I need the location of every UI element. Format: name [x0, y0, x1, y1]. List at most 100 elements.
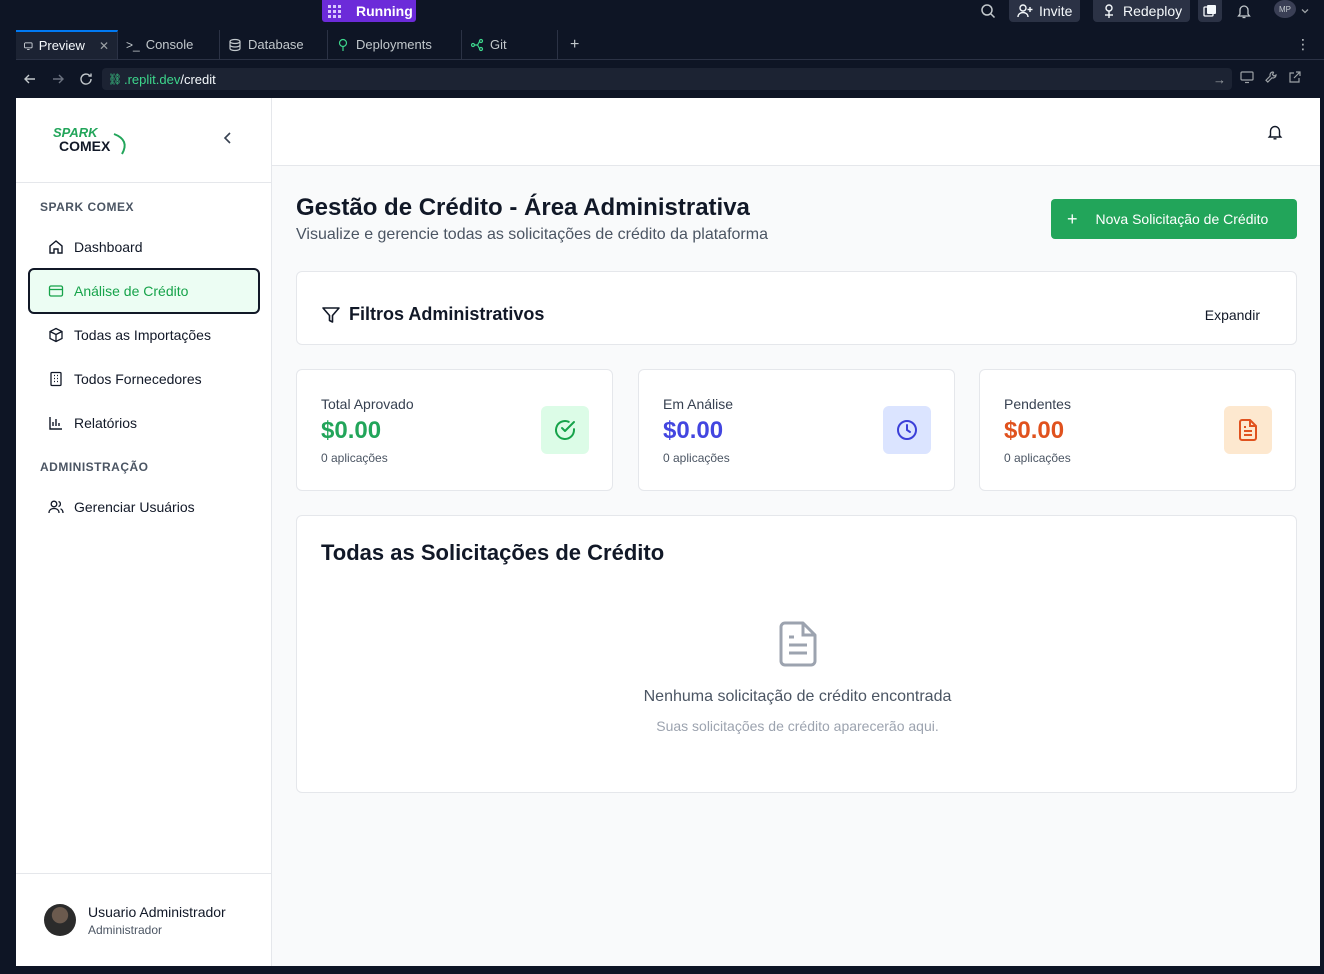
right-panel-edge [1320, 98, 1324, 966]
admin-filters-card: Filtros Administrativos Expandir [296, 271, 1297, 345]
git-icon [470, 38, 484, 51]
section-label-admin: ADMINISTRAÇÃO [40, 460, 149, 474]
sidebar-item-manage-users[interactable]: Gerenciar Usuários [28, 484, 260, 530]
chevron-left-icon[interactable] [220, 130, 236, 151]
sidebar-item-reports[interactable]: Relatórios [28, 400, 260, 446]
stat-label: Em Análise [663, 396, 734, 412]
forward-arrow-icon[interactable] [44, 72, 72, 86]
search-icon[interactable] [978, 0, 998, 22]
back-arrow-icon[interactable] [16, 72, 44, 86]
chevron-down-icon[interactable] [1298, 0, 1312, 22]
close-icon[interactable]: ✕ [99, 39, 109, 53]
deploy-icon [1105, 4, 1113, 18]
tab-preview[interactable]: Preview ✕ [16, 30, 118, 59]
check-circle-icon [541, 406, 589, 454]
home-icon [49, 240, 63, 254]
clock-icon [883, 406, 931, 454]
url-input[interactable]: ⛓ .replit.dev /credit → [102, 68, 1232, 90]
stat-label: Pendentes [1004, 396, 1071, 412]
add-tab-icon[interactable]: + [558, 30, 591, 59]
avatar [44, 904, 76, 936]
run-dots-icon [322, 0, 346, 22]
sidebar-item-label: Todas as Importações [74, 327, 211, 343]
url-path: /credit [180, 71, 216, 87]
tab-label: Database [248, 37, 304, 52]
svg-text:COMEX: COMEX [59, 138, 111, 154]
sidebar-item-label: Gerenciar Usuários [74, 499, 195, 515]
tab-label: Console [145, 37, 194, 52]
page-title: Gestão de Crédito - Área Administrativa [296, 194, 750, 221]
stat-count: 0 aplicações [663, 451, 730, 465]
page-subtitle: Visualize e gerencie todas as solicitaçõ… [296, 226, 768, 243]
go-arrow-icon[interactable]: → [1213, 72, 1226, 87]
sidebar: SPARK COMEX SPARK COMEX Dashboard Anális… [16, 98, 272, 966]
add-user-icon [1017, 4, 1033, 18]
stat-card-approved: Total Aprovado $0.00 0 aplicações [296, 369, 613, 491]
filters-title: Filtros Administrativos [349, 304, 545, 324]
empty-state-title: Nenhuma solicitação de crédito encontrad… [643, 688, 952, 705]
user-role: Administrador [88, 923, 163, 937]
workspace-tabs: Preview ✕ >_ Console Database Deployment… [16, 30, 1324, 60]
invite-label: Invite [1039, 3, 1073, 19]
document-icon [779, 621, 817, 667]
sidebar-item-label: Todos Fornecedores [74, 371, 202, 387]
app-preview: SPARK COMEX SPARK COMEX Dashboard Anális… [16, 98, 1320, 966]
sidebar-item-dashboard[interactable]: Dashboard [28, 224, 260, 270]
run-status-label: Running [356, 3, 413, 19]
run-status-button[interactable]: Running [322, 0, 416, 22]
stat-card-in-analysis: Em Análise $0.00 0 aplicações [638, 369, 955, 491]
external-link-icon[interactable] [1288, 70, 1302, 89]
empty-state-subtitle: Suas solicitações de crédito aparecerão … [656, 718, 939, 734]
sidebar-item-imports[interactable]: Todas as Importações [28, 312, 260, 358]
more-vertical-icon[interactable]: ⋮ [1296, 36, 1310, 53]
tab-deployments[interactable]: Deployments [328, 30, 462, 59]
sidebar-item-suppliers[interactable]: Todos Fornecedores [28, 356, 260, 402]
left-panel-edge [0, 60, 16, 974]
bell-icon[interactable] [1267, 124, 1283, 145]
tab-database[interactable]: Database [220, 30, 328, 59]
monitor-icon [24, 42, 33, 50]
stat-label: Total Aprovado [321, 396, 414, 412]
deployments-icon [338, 38, 348, 51]
tab-console[interactable]: >_ Console [118, 30, 220, 59]
package-icon [49, 327, 63, 343]
url-host: .replit.dev [123, 71, 181, 87]
stat-value: $0.00 [1004, 417, 1065, 444]
redeploy-label: Redeploy [1123, 3, 1183, 19]
tab-git[interactable]: Git [462, 30, 558, 59]
stat-count: 0 aplicações [321, 451, 388, 465]
credit-requests-card: Todas as Solicitações de Crédito Nenhuma… [296, 515, 1297, 793]
requests-title: Todas as Solicitações de Crédito [321, 540, 665, 565]
redeploy-button[interactable]: Redeploy [1093, 0, 1191, 22]
plus-icon: + [1067, 209, 1078, 229]
stat-count: 0 aplicações [1004, 451, 1071, 465]
tab-label: Deployments [356, 37, 432, 52]
link-icon: ⛓ [108, 73, 122, 86]
windows-icon[interactable] [1198, 0, 1222, 22]
bottom-edge [0, 966, 1324, 974]
bar-chart-icon [49, 417, 62, 430]
app-header [272, 98, 1320, 166]
user-profile[interactable]: Usuario Administrador Administrador [16, 873, 272, 966]
sidebar-item-credit-analysis[interactable]: Análise de Crédito [28, 268, 260, 314]
reload-icon[interactable] [72, 72, 100, 86]
devices-icon[interactable] [1240, 70, 1254, 89]
expand-filters-button[interactable]: Expandir [1205, 307, 1260, 323]
tab-label: Preview [38, 38, 85, 53]
user-name: Usuario Administrador [88, 904, 226, 920]
section-label-main: SPARK COMEX [40, 200, 134, 214]
stat-value: $0.00 [321, 417, 382, 444]
building-icon [50, 371, 62, 387]
wrench-icon[interactable] [1264, 70, 1278, 89]
credit-card-icon [48, 285, 64, 297]
stat-card-pending: Pendentes $0.00 0 aplicações [979, 369, 1296, 491]
avatar[interactable]: MP [1274, 0, 1296, 18]
filter-icon [322, 307, 340, 323]
notifications-bell-icon[interactable] [1234, 0, 1254, 22]
new-credit-request-button[interactable]: + Nova Solicitação de Crédito [1051, 199, 1297, 239]
spark-comex-logo[interactable]: SPARK COMEX [52, 124, 132, 156]
invite-button[interactable]: Invite [1009, 0, 1081, 22]
terminal-icon: >_ [126, 37, 140, 52]
sidebar-item-label: Relatórios [74, 415, 138, 431]
database-icon [229, 38, 241, 51]
